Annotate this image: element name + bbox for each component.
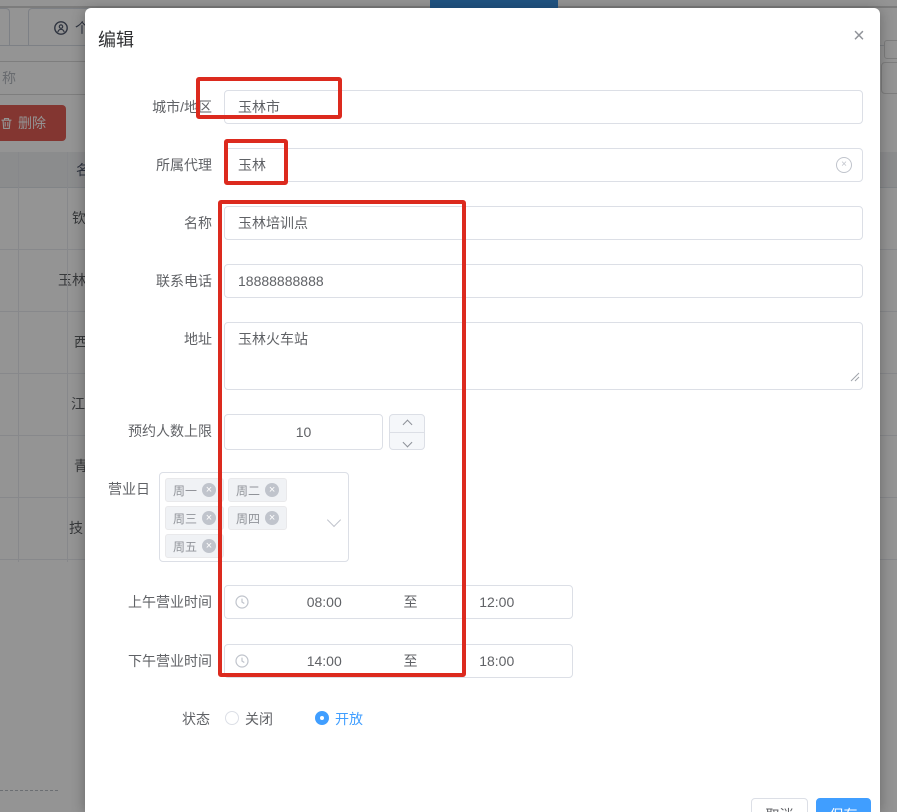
address-label: 地址	[85, 322, 212, 356]
morning-hours-label: 上午营业时间	[85, 585, 212, 619]
agent-input[interactable]: 玉林 ×	[224, 148, 863, 182]
status-label: 状态	[85, 702, 210, 736]
radio-open-label[interactable]: 开放	[335, 711, 363, 727]
business-days-label: 营业日	[85, 472, 150, 506]
tag-close-icon[interactable]: ×	[202, 539, 216, 553]
agent-label: 所属代理	[85, 148, 212, 182]
phone-label: 联系电话	[85, 264, 212, 298]
afternoon-hours-label: 下午营业时间	[85, 644, 212, 678]
booking-limit-row: 10	[85, 414, 880, 450]
cancel-button[interactable]: 取消	[751, 798, 808, 812]
day-tag: 周五×	[165, 534, 224, 558]
radio-open[interactable]	[315, 711, 329, 725]
name-label: 名称	[85, 206, 212, 240]
tag-close-icon[interactable]: ×	[202, 483, 216, 497]
clear-icon[interactable]: ×	[836, 157, 852, 173]
dialog-title: 编辑	[98, 26, 134, 52]
day-tag: 周一×	[165, 478, 224, 502]
save-button[interactable]: 保存	[816, 798, 871, 812]
annotation-box-agent	[224, 139, 288, 185]
city-label: 城市/地区	[85, 90, 212, 124]
close-icon[interactable]: ×	[845, 22, 873, 50]
annotation-box-city	[196, 77, 342, 119]
day-tag: 周三×	[165, 506, 224, 530]
annotation-box-fields	[218, 200, 466, 677]
tag-close-icon[interactable]: ×	[202, 511, 216, 525]
screen: 个 称 删除 名 钦 玉林 西 江 青 技 编辑 × 城市/地区 玉林市 所属代…	[0, 0, 897, 812]
edit-dialog: 编辑 × 城市/地区 玉林市 所属代理 玉林 × 名称 玉林培训点 联系电话 1…	[85, 8, 880, 812]
radio-closed-label[interactable]: 关闭	[245, 711, 273, 727]
resize-grip-icon[interactable]	[850, 367, 860, 387]
radio-closed[interactable]	[225, 711, 239, 725]
